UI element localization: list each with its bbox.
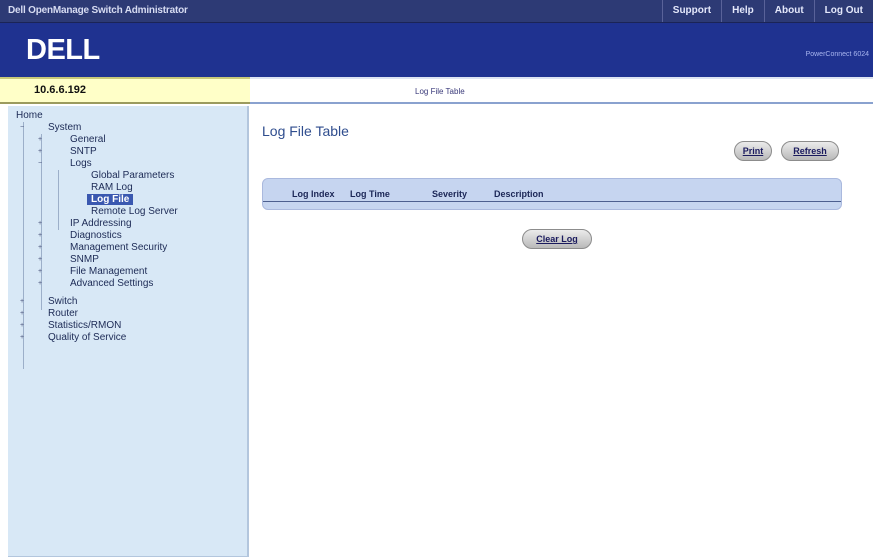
tree-item-general[interactable]: General xyxy=(70,134,106,145)
page-title: Log File Table xyxy=(262,123,349,139)
main-content: Log File Table Print Refresh Log Index L… xyxy=(251,106,873,559)
support-link[interactable]: Support xyxy=(661,0,721,22)
tree-item-statistics-rmon[interactable]: Statistics/RMON xyxy=(48,320,121,331)
print-button[interactable]: Print xyxy=(734,141,772,161)
tree-item-router[interactable]: Router xyxy=(48,308,78,319)
column-log-index[interactable]: Log Index xyxy=(292,189,335,199)
expand-icon[interactable]: + xyxy=(38,230,42,241)
collapse-icon[interactable]: − xyxy=(38,158,42,169)
expand-icon[interactable]: + xyxy=(38,242,42,253)
breadcrumb-current: Log File Table xyxy=(415,87,465,96)
tree-item-diagnostics[interactable]: Diagnostics xyxy=(70,230,122,241)
dell-logo: DELL xyxy=(26,34,100,66)
tree-item-remote-log-server[interactable]: Remote Log Server xyxy=(91,206,178,217)
tree-item-ip-addressing[interactable]: IP Addressing xyxy=(70,218,132,229)
expand-icon[interactable]: + xyxy=(38,254,42,265)
model-name: PowerConnect 6024 xyxy=(805,51,869,58)
column-description[interactable]: Description xyxy=(494,189,544,199)
tree-item-home[interactable]: Home xyxy=(16,110,43,121)
banner: DELL PowerConnect 6024 xyxy=(0,23,873,77)
logout-link[interactable]: Log Out xyxy=(813,0,873,22)
tree-item-ram-log[interactable]: RAM Log xyxy=(91,182,133,193)
app-title: Dell OpenManage Switch Administrator xyxy=(8,5,188,16)
tree-item-logs[interactable]: Logs xyxy=(70,158,92,169)
device-ip: 10.6.6.192 xyxy=(34,84,86,96)
expand-icon[interactable]: + xyxy=(20,320,24,331)
tree-item-snmp[interactable]: SNMP xyxy=(70,254,99,265)
tree-item-file-management[interactable]: File Management xyxy=(70,266,147,277)
expand-icon[interactable]: + xyxy=(38,278,42,289)
expand-icon[interactable]: + xyxy=(38,266,42,277)
column-severity[interactable]: Severity xyxy=(432,189,467,199)
top-nav: Support Help About Log Out xyxy=(661,0,873,22)
refresh-button[interactable]: Refresh xyxy=(781,141,839,161)
tree-item-log-file[interactable]: Log File xyxy=(87,194,134,205)
expand-icon[interactable]: + xyxy=(38,134,42,145)
tree-item-management-security[interactable]: Management Security xyxy=(70,242,167,253)
tree-item-system[interactable]: System xyxy=(48,122,81,133)
title-bar: Dell OpenManage Switch Administrator Sup… xyxy=(0,0,873,23)
expand-icon[interactable]: + xyxy=(38,218,42,229)
tree-item-switch[interactable]: Switch xyxy=(48,296,77,307)
ip-address-bar: 10.6.6.192 xyxy=(0,77,250,104)
expand-icon[interactable]: + xyxy=(38,146,42,157)
collapse-icon[interactable]: − xyxy=(20,122,24,133)
help-link[interactable]: Help xyxy=(721,0,764,22)
expand-icon[interactable]: + xyxy=(20,308,24,319)
tree-item-quality-of-service[interactable]: Quality of Service xyxy=(48,332,126,343)
column-log-time[interactable]: Log Time xyxy=(350,189,390,199)
clear-log-button[interactable]: Clear Log xyxy=(522,229,592,249)
tree-item-sntp[interactable]: SNTP xyxy=(70,146,97,157)
expand-icon[interactable]: + xyxy=(20,332,24,343)
header-row: Log Index Log Time Severity Description xyxy=(263,187,841,202)
tree-item-global-parameters[interactable]: Global Parameters xyxy=(91,170,174,181)
expand-icon[interactable]: + xyxy=(20,296,24,307)
navigation-tree: Home − System + General + SNTP − Logs Gl… xyxy=(8,106,249,557)
about-link[interactable]: About xyxy=(763,0,814,22)
log-table-header: Log Index Log Time Severity Description xyxy=(262,178,842,210)
tree-guide-line xyxy=(58,170,59,230)
breadcrumb: Log File Table xyxy=(250,77,873,104)
tree-item-advanced-settings[interactable]: Advanced Settings xyxy=(70,278,153,289)
